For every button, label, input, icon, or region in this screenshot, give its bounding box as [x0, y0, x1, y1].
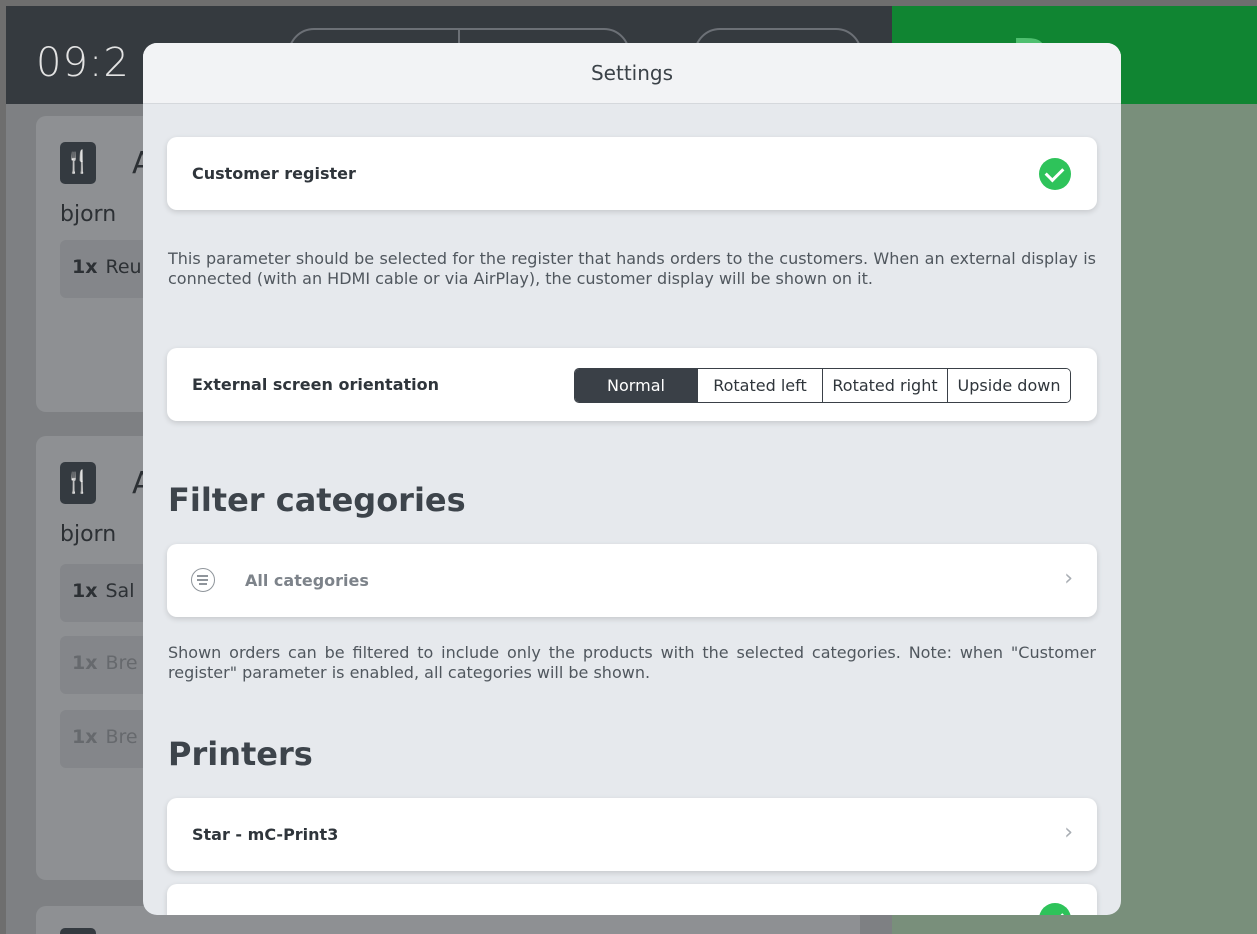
all-categories-row[interactable]: All categories › — [167, 544, 1097, 617]
order-line-qty: 1x — [72, 580, 98, 602]
orientation-option-upside-down[interactable]: Upside down — [947, 369, 1070, 402]
fork-knife-icon: 🍴 — [60, 142, 96, 184]
filter-categories-heading: Filter categories — [168, 481, 466, 519]
customer-register-label: Customer register — [192, 164, 356, 183]
order-line-name: Reu — [105, 256, 142, 278]
customer-register-description: This parameter should be selected for th… — [168, 249, 1096, 288]
order-line-qty: 1x — [72, 652, 98, 674]
chevron-right-icon: › — [1064, 566, 1073, 591]
modal-header: Settings — [143, 43, 1121, 104]
order-waiter: bjorn — [60, 202, 117, 227]
printer-row-partial[interactable] — [167, 884, 1097, 915]
order-line-qty: 1x — [72, 726, 98, 748]
order-line-name: Sal — [105, 580, 135, 602]
orientation-row: External screen orientation Normal Rotat… — [167, 348, 1097, 421]
order-waiter: bjorn — [60, 522, 117, 547]
clock: 09:2 — [36, 40, 130, 86]
fork-knife-icon: 🍴 — [60, 462, 96, 504]
order-line-name: Bre — [105, 652, 138, 674]
list-icon — [191, 568, 215, 592]
customer-register-row[interactable]: Customer register — [167, 137, 1097, 210]
filter-categories-description: Shown orders can be filtered to include … — [168, 643, 1096, 682]
printers-heading: Printers — [168, 735, 313, 773]
all-categories-label: All categories — [245, 571, 369, 590]
orientation-option-normal[interactable]: Normal — [575, 369, 697, 402]
fork-knife-icon — [60, 928, 96, 934]
printer-label: Star - mC-Print3 — [192, 825, 339, 844]
orientation-option-rotated-left[interactable]: Rotated left — [697, 369, 822, 402]
orientation-label: External screen orientation — [192, 375, 440, 394]
orientation-segmented-control[interactable]: Normal Rotated left Rotated right Upside… — [574, 368, 1071, 403]
order-line-qty: 1x — [72, 256, 98, 278]
checkmark-icon[interactable] — [1039, 158, 1071, 190]
chevron-right-icon: › — [1064, 820, 1073, 845]
settings-modal: Settings Customer register This paramete… — [143, 43, 1121, 915]
modal-title: Settings — [590, 61, 674, 85]
orientation-option-rotated-right[interactable]: Rotated right — [822, 369, 947, 402]
printer-row[interactable]: Star - mC-Print3 › — [167, 798, 1097, 871]
checkmark-icon[interactable] — [1039, 903, 1071, 915]
order-line-name: Bre — [105, 726, 138, 748]
